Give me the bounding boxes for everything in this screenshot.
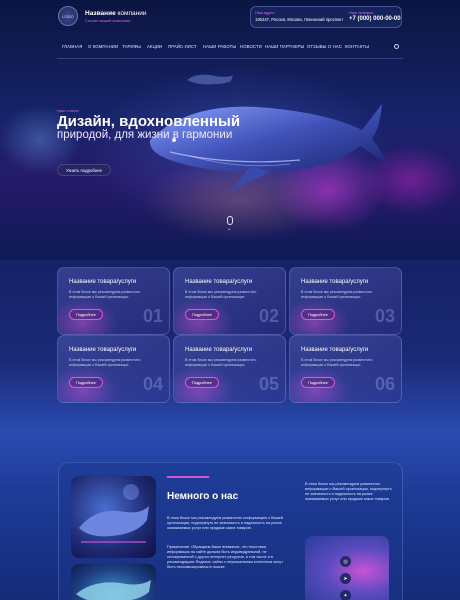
details-button[interactable]: Подробнее bbox=[69, 309, 103, 320]
card-title: Название товара/услуги bbox=[301, 279, 369, 285]
nav-item-reviews[interactable]: ОТЗЫВЫ О НАС bbox=[307, 44, 342, 49]
company-name: Название компании bbox=[85, 10, 146, 17]
phone-number[interactable]: +7 (000) 000-00-00 bbox=[349, 16, 401, 22]
instagram-icon[interactable]: ◎ bbox=[340, 556, 351, 567]
company-slogan: Слоган вашей компании bbox=[85, 18, 131, 23]
details-button[interactable]: Подробнее bbox=[301, 377, 335, 388]
address-text: 196247, Россия, Москва, Ленинский проспе… bbox=[255, 17, 344, 22]
address-label: Наш адрес: bbox=[255, 11, 276, 15]
card-title: Название товара/услуги bbox=[301, 347, 369, 353]
card-text: В этом блоке мы рекомендуем разместить и… bbox=[185, 358, 257, 367]
service-card: Название товара/услуги В этом блоке мы р… bbox=[57, 335, 170, 403]
nav-item-about[interactable]: О КОМПАНИИ bbox=[88, 44, 118, 49]
learn-more-button[interactable]: Узнать подробнее bbox=[57, 164, 111, 176]
hero-subtitle: природой, для жизни в гармонии bbox=[57, 129, 233, 141]
search-icon[interactable] bbox=[394, 44, 399, 49]
card-title: Название товара/услуги bbox=[185, 347, 253, 353]
service-card: Название товара/услуги В этом блоке мы р… bbox=[289, 335, 402, 403]
details-button[interactable]: Подробнее bbox=[185, 309, 219, 320]
company-name-bold: Название bbox=[85, 10, 116, 17]
nav-divider bbox=[57, 58, 403, 59]
about-side-text: В этом блоке мы рекомендуем разместить и… bbox=[305, 482, 392, 501]
mouse-scroll-icon[interactable] bbox=[227, 216, 233, 225]
details-button[interactable]: Подробнее bbox=[185, 377, 219, 388]
card-title: Название товара/услуги bbox=[185, 279, 253, 285]
hero-title: Дизайн, вдохновленный bbox=[57, 113, 241, 130]
card-number: 02 bbox=[258, 306, 279, 326]
card-title: Название товара/услуги bbox=[69, 279, 137, 285]
nav-item-news[interactable]: НОВОСТИ bbox=[240, 44, 262, 49]
logo[interactable]: LOGO bbox=[58, 6, 78, 26]
whale-illustration bbox=[76, 580, 151, 600]
logo-text: LOGO bbox=[62, 13, 74, 19]
nav-item-works[interactable]: НАШИ РАБОТЫ bbox=[203, 44, 236, 49]
card-number: 03 bbox=[374, 306, 395, 326]
telegram-icon[interactable]: ➤ bbox=[340, 573, 351, 584]
card-text: В этом блоке мы рекомендуем разместить и… bbox=[69, 290, 141, 299]
company-name-rest: компании bbox=[115, 10, 147, 17]
nav-item-pricelist[interactable]: ПРАЙС-ЛИСТ bbox=[168, 44, 197, 49]
service-card: Название товара/услуги В этом блоке мы р… bbox=[57, 267, 170, 335]
details-button[interactable]: Подробнее bbox=[301, 309, 335, 320]
whale-illustration bbox=[79, 484, 149, 543]
nav-item-home[interactable]: ГЛАВНАЯ bbox=[62, 44, 82, 49]
nav-item-contacts[interactable]: КОНТАКТЫ bbox=[345, 44, 369, 49]
card-title: Название товара/услуги bbox=[69, 347, 137, 353]
nav-item-partners[interactable]: НАШИ ПАРТНЕРЫ bbox=[265, 44, 304, 49]
card-number: 05 bbox=[258, 374, 279, 394]
page: LOGO Название компании Слоган вашей комп… bbox=[0, 0, 460, 600]
vk-icon[interactable]: ✦ bbox=[340, 590, 351, 600]
service-card: Название товара/услуги В этом блоке мы р… bbox=[173, 335, 286, 403]
about-note: Примечание: Обращаем Ваше внимание, что … bbox=[167, 545, 283, 569]
about-image-whale bbox=[71, 476, 156, 558]
nav-item-promo[interactable]: АКЦИИ bbox=[147, 44, 162, 49]
details-button[interactable]: Подробнее bbox=[69, 377, 103, 388]
card-number: 04 bbox=[142, 374, 163, 394]
card-number: 01 bbox=[142, 306, 163, 326]
card-text: В этом блоке мы рекомендуем разместить и… bbox=[185, 290, 257, 299]
about-paragraph: В этом блоке мы рекомендуем разместить и… bbox=[167, 516, 284, 530]
nav-item-tariffs[interactable]: ТАРИФЫ bbox=[122, 44, 141, 49]
card-number: 06 bbox=[374, 374, 395, 394]
card-text: В этом блоке мы рекомендуем разместить и… bbox=[69, 358, 141, 367]
service-card: Название товара/услуги В этом блоке мы р… bbox=[289, 267, 402, 335]
phone-label: Наш телефон: bbox=[349, 11, 375, 15]
chevron-down-icon: ⌄ bbox=[227, 226, 232, 232]
contacts-box: Наш адрес: 196247, Россия, Москва, Ленин… bbox=[250, 6, 402, 28]
service-card: Название товара/услуги В этом блоке мы р… bbox=[173, 267, 286, 335]
main-nav: ГЛАВНАЯ О КОМПАНИИ ТАРИФЫ АКЦИИ ПРАЙС-ЛИ… bbox=[0, 40, 460, 54]
top-header: LOGO Название компании Слоган вашей комп… bbox=[0, 0, 460, 34]
about-accent-line bbox=[167, 476, 209, 478]
card-text: В этом блоке мы рекомендуем разместить и… bbox=[301, 358, 373, 367]
card-text: В этом блоке мы рекомендуем разместить и… bbox=[301, 290, 373, 299]
about-image-ocean bbox=[71, 564, 156, 600]
about-title: Немного о нас bbox=[167, 491, 239, 502]
